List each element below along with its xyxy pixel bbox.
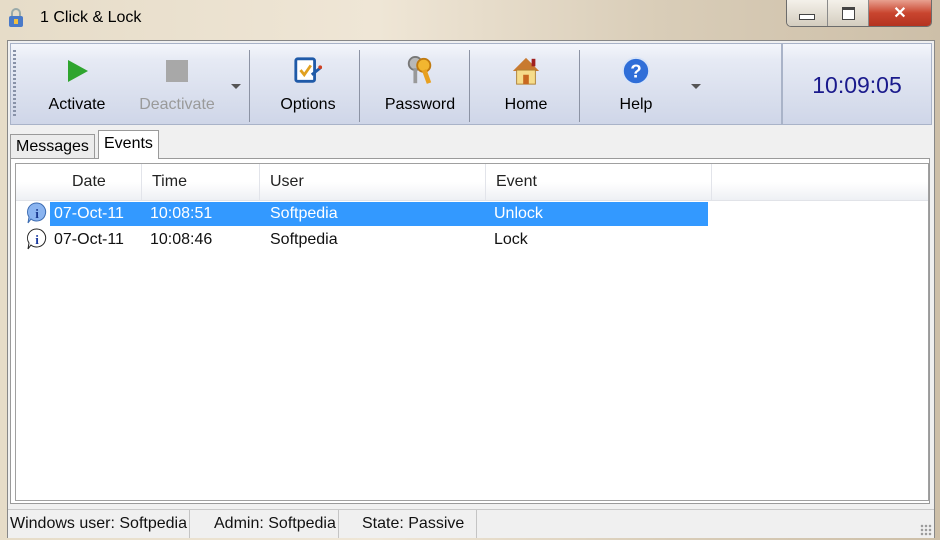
password-label: Password — [384, 96, 456, 113]
cell-user: Softpedia — [270, 231, 338, 248]
keys-icon — [405, 56, 435, 86]
svg-text:i: i — [35, 232, 39, 247]
clock-panel: 10:09:05 — [782, 43, 932, 125]
toolbar-separator — [249, 50, 250, 122]
home-icon — [511, 56, 541, 86]
play-icon — [62, 56, 92, 86]
close-button[interactable]: ✕ — [869, 0, 931, 26]
status-admin: Admin: Softpedia — [212, 510, 339, 538]
activate-button[interactable]: Activate — [31, 44, 123, 124]
deactivate-label: Deactivate — [139, 96, 215, 113]
window-title: 1 Click & Lock — [40, 9, 142, 26]
options-label: Options — [280, 96, 336, 113]
cell-event: Unlock — [494, 205, 543, 222]
deactivate-button[interactable]: Deactivate — [129, 44, 225, 124]
deactivate-dropdown-arrow[interactable] — [231, 84, 241, 89]
home-button[interactable]: Home — [481, 44, 571, 124]
toolbar-separator — [359, 50, 360, 122]
events-panel: Date Time User Event i 07-Oct-11 10:08:5… — [10, 158, 930, 504]
cell-date: 07-Oct-11 — [54, 231, 124, 248]
activate-label: Activate — [48, 96, 106, 113]
stop-icon — [162, 56, 192, 86]
minimize-button[interactable] — [787, 0, 828, 26]
table-row[interactable]: i 07-Oct-11 10:08:46 Softpedia Lock — [24, 228, 724, 252]
events-list[interactable]: Date Time User Event i 07-Oct-11 10:08:5… — [15, 163, 929, 501]
maximize-icon — [841, 6, 855, 20]
window-controls: ✕ — [786, 0, 932, 27]
help-button[interactable]: ? Help — [591, 44, 681, 124]
tab-events[interactable]: Events — [98, 130, 159, 159]
toolbar-overflow-dropdown[interactable] — [691, 84, 701, 89]
row-selection-highlight — [50, 202, 708, 226]
column-header-user[interactable]: User — [260, 164, 486, 200]
resize-grip[interactable] — [920, 524, 932, 536]
home-label: Home — [504, 96, 548, 113]
cell-user: Softpedia — [270, 205, 338, 222]
status-windows-user: Windows user: Softpedia — [8, 510, 190, 538]
help-label: Help — [619, 96, 653, 113]
status-state: State: Passive — [360, 510, 477, 538]
info-icon: i — [26, 202, 48, 224]
maximize-button[interactable] — [828, 0, 869, 26]
minimize-icon — [799, 14, 815, 20]
column-header-event[interactable]: Event — [486, 164, 712, 200]
options-checklist-icon — [293, 56, 323, 86]
password-button[interactable]: Password — [373, 44, 467, 124]
toolbar-separator — [469, 50, 470, 122]
main-window: Activate Deactivate Options Password Hom… — [7, 40, 935, 538]
clock-display: 10:09:05 — [812, 72, 902, 98]
title-bar: 1 Click & Lock ✕ — [0, 0, 940, 40]
toolbar: Activate Deactivate Options Password Hom… — [10, 43, 782, 125]
close-icon: ✕ — [893, 5, 907, 22]
row-selection-highlight — [50, 228, 708, 252]
help-icon: ? — [621, 56, 651, 86]
table-row[interactable]: i 07-Oct-11 10:08:51 Softpedia Unlock — [24, 202, 724, 226]
cell-time: 10:08:46 — [150, 231, 213, 248]
column-header-date[interactable]: Date — [16, 164, 142, 200]
svg-text:i: i — [35, 206, 39, 221]
toolbar-grip[interactable] — [13, 50, 16, 116]
toolbar-separator — [579, 50, 580, 122]
svg-text:?: ? — [630, 61, 641, 82]
list-header: Date Time User Event — [16, 164, 928, 201]
tab-messages[interactable]: Messages — [10, 134, 95, 159]
cell-time: 10:08:51 — [150, 205, 213, 222]
cell-date: 07-Oct-11 — [54, 205, 124, 222]
app-lock-icon — [8, 8, 26, 28]
column-header-time[interactable]: Time — [142, 164, 260, 200]
options-button[interactable]: Options — [263, 44, 353, 124]
info-icon: i — [26, 228, 48, 250]
status-bar: Windows user: Softpedia Admin: Softpedia… — [8, 509, 934, 538]
cell-event: Lock — [494, 231, 528, 248]
